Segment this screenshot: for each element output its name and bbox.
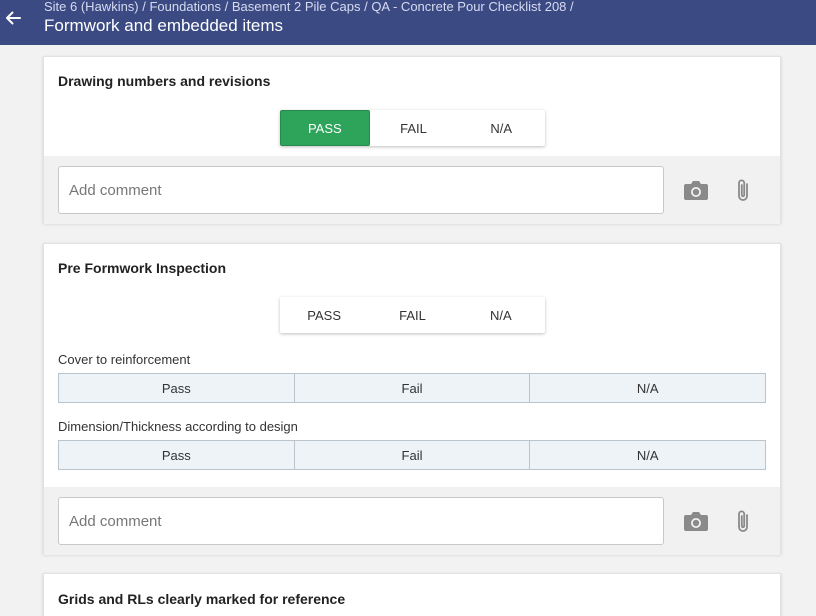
app-header: Site 6 (Hawkins) / Foundations / Basemen… [0,0,816,45]
paperclip-icon[interactable] [730,176,758,204]
checklist-card-pre-formwork: Pre Formwork Inspection PASS FAIL N/A Co… [43,243,781,555]
fail-option[interactable]: Fail [295,441,531,469]
sub-item-label: Dimension/Thickness according to design [58,419,298,434]
pass-option[interactable]: Pass [59,441,295,469]
card-title: Grids and RLs clearly marked for referen… [58,591,346,607]
breadcrumb[interactable]: Site 6 (Hawkins) / Foundations / Basemen… [44,0,574,14]
comment-input[interactable] [58,497,664,545]
sub-item-label: Cover to reinforcement [58,352,191,367]
pass-option[interactable]: PASS [280,110,370,146]
back-arrow-icon[interactable] [3,8,23,28]
camera-icon[interactable] [682,507,710,535]
fail-option[interactable]: FAIL [370,110,458,146]
checklist-card-drawing-numbers: Drawing numbers and revisions PASS FAIL … [43,56,781,224]
card-title: Drawing numbers and revisions [58,73,271,89]
na-option[interactable]: N/A [530,441,765,469]
pass-fail-na-toggle: PASS FAIL N/A [280,297,545,333]
pass-option[interactable]: Pass [59,374,295,402]
pass-option[interactable]: PASS [280,297,368,333]
checklist-card-grids-rls: Grids and RLs clearly marked for referen… [43,573,781,616]
sub-item-options: Pass Fail N/A [58,440,766,470]
sub-item-options: Pass Fail N/A [58,373,766,403]
na-option[interactable]: N/A [457,110,545,146]
na-option[interactable]: N/A [530,374,765,402]
fail-option[interactable]: FAIL [368,297,456,333]
fail-option[interactable]: Fail [295,374,531,402]
comment-section [44,487,780,555]
pass-fail-na-toggle: PASS FAIL N/A [280,110,545,146]
comment-input[interactable] [58,166,664,214]
comment-section [44,156,780,224]
na-option[interactable]: N/A [457,297,545,333]
camera-icon[interactable] [682,176,710,204]
card-title: Pre Formwork Inspection [58,260,227,276]
paperclip-icon[interactable] [730,507,758,535]
page-title: Formwork and embedded items [44,16,284,35]
